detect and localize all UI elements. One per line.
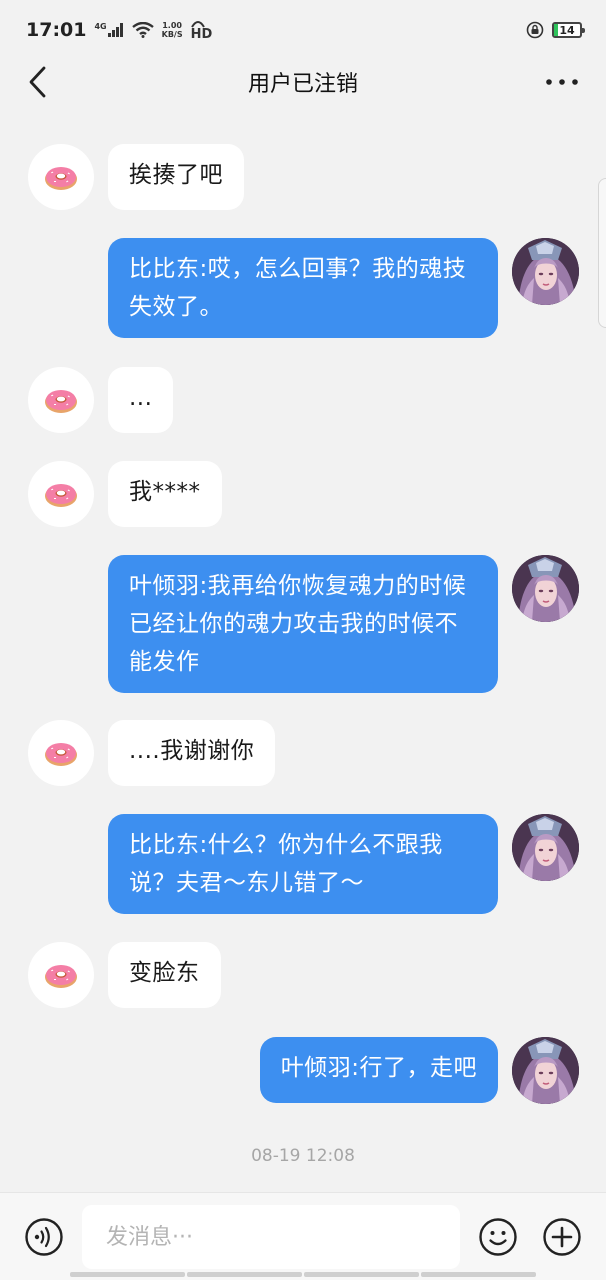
status-bar: 17:01 4G 1.00 KB/S HD 14 bbox=[0, 0, 606, 60]
voice-input-icon[interactable] bbox=[24, 1217, 64, 1257]
gesture-bar-segment bbox=[304, 1272, 419, 1277]
donut-icon bbox=[41, 157, 81, 197]
message-input[interactable] bbox=[82, 1205, 460, 1269]
outgoing-message-bubble[interactable]: 叶倾羽:行了，走吧 bbox=[259, 1037, 498, 1103]
user-avatar[interactable] bbox=[512, 814, 579, 881]
battery-level: 14 bbox=[559, 23, 575, 37]
battery-icon: 14 bbox=[552, 22, 585, 38]
back-arrow-icon[interactable] bbox=[24, 64, 54, 100]
hd-voice-indicator: HD bbox=[190, 19, 212, 42]
emoji-icon[interactable] bbox=[478, 1217, 518, 1257]
network-speed: 1.00 KB/S bbox=[162, 21, 183, 39]
user-avatar[interactable] bbox=[512, 555, 579, 622]
status-time: 17:01 bbox=[26, 19, 87, 41]
incoming-message-bubble[interactable]: ... bbox=[108, 367, 174, 433]
network-speed-value: 1.00 bbox=[162, 21, 182, 30]
input-bar bbox=[0, 1192, 606, 1280]
network-speed-unit: KB/S bbox=[161, 30, 183, 39]
contact-avatar[interactable] bbox=[28, 942, 94, 1008]
chat-header: 用户已注销 bbox=[0, 56, 606, 108]
donut-icon bbox=[41, 733, 81, 773]
outgoing-message-bubble[interactable]: 叶倾羽:我再给你恢复魂力的时候已经让你的魂力攻击我的时候不能发作 bbox=[108, 555, 498, 693]
incoming-message-bubble[interactable]: 变脸东 bbox=[108, 942, 221, 1008]
donut-icon bbox=[41, 955, 81, 995]
incoming-message-bubble[interactable]: 挨揍了吧 bbox=[108, 144, 244, 210]
add-more-icon[interactable] bbox=[542, 1217, 582, 1257]
incoming-message-bubble[interactable]: 我**** bbox=[108, 461, 222, 527]
more-options-icon[interactable] bbox=[544, 70, 580, 94]
scroll-indicator[interactable] bbox=[598, 178, 606, 328]
gesture-bar-segment bbox=[187, 1272, 302, 1277]
gesture-bar bbox=[70, 1272, 536, 1277]
donut-icon bbox=[41, 380, 81, 420]
contact-avatar[interactable] bbox=[28, 461, 94, 527]
incoming-message-bubble[interactable]: ....我谢谢你 bbox=[108, 720, 276, 786]
rotation-lock-icon bbox=[526, 21, 544, 39]
gesture-bar-segment bbox=[421, 1272, 536, 1277]
portrait-image bbox=[512, 555, 579, 622]
status-left: 17:01 4G 1.00 KB/S HD bbox=[26, 19, 212, 42]
portrait-image bbox=[512, 238, 579, 305]
hd-call-icon bbox=[190, 21, 205, 28]
message-timestamp: 08-19 12:08 bbox=[251, 1146, 355, 1166]
chat-title: 用户已注销 bbox=[247, 72, 358, 97]
user-avatar[interactable] bbox=[512, 238, 579, 305]
network-type-label: 4G bbox=[94, 22, 107, 31]
portrait-image bbox=[512, 1037, 579, 1104]
outgoing-message-bubble[interactable]: 比比东:什么？你为什么不跟我说？夫君～东儿错了～ bbox=[108, 814, 498, 914]
contact-avatar[interactable] bbox=[28, 720, 94, 786]
status-right: 14 bbox=[526, 21, 585, 39]
portrait-image bbox=[512, 814, 579, 881]
contact-avatar[interactable] bbox=[28, 367, 94, 433]
donut-icon bbox=[41, 474, 81, 514]
outgoing-message-bubble[interactable]: 比比东:哎，怎么回事？我的魂技失效了。 bbox=[108, 238, 498, 338]
contact-avatar[interactable] bbox=[28, 144, 94, 210]
user-avatar[interactable] bbox=[512, 1037, 579, 1104]
cellular-signal-icon: 4G bbox=[94, 23, 123, 37]
gesture-bar-segment bbox=[70, 1272, 185, 1277]
wifi-icon bbox=[131, 22, 154, 38]
